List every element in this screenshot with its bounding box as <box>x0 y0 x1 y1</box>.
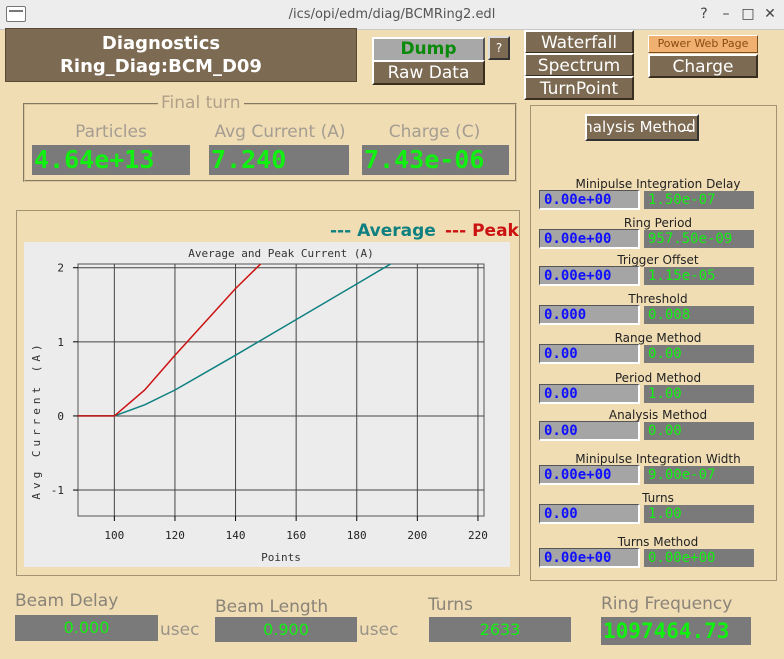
param-setpoint-input[interactable]: 0.00 <box>539 504 640 524</box>
param-label: Trigger Offset <box>617 253 699 267</box>
turns-label: Turns <box>428 595 473 615</box>
param-label: Turns <box>642 491 674 505</box>
beam-delay-readout: 0.000 <box>15 615 158 641</box>
help-icon[interactable]: ? <box>696 5 712 23</box>
window-titlebar: /ics/opi/edm/diag/BCMRing2.edl ? – □ ✕ <box>0 0 784 30</box>
dump-trace-button[interactable]: Dump Trace <box>372 37 485 80</box>
avg-current-readout: 7.240 <box>209 145 349 175</box>
param-readback: 0.008 <box>644 306 754 324</box>
param-readback: 9.00e-07 <box>644 466 754 484</box>
x-tick-label: 200 <box>407 529 427 542</box>
device-name: Ring_Diag:BCM_D09 <box>60 56 262 77</box>
charge-label: Charge (C) <box>388 122 481 142</box>
ring-frequency-readout: 1097464.73 <box>601 617 751 645</box>
param-setpoint-input[interactable]: 0.00 <box>539 421 640 441</box>
help-button[interactable]: ? <box>488 36 510 60</box>
x-tick-label: 160 <box>286 529 306 542</box>
param-readback: 957.50e-09 <box>644 230 754 248</box>
power-web-page-button[interactable]: Power Web Page <box>648 35 758 53</box>
param-label: Turns Method <box>617 535 699 549</box>
analysis-method-dropdown-label: Analysis Method <box>585 118 696 136</box>
charge-button[interactable]: Charge <box>648 54 758 78</box>
turnpoint-button[interactable]: TurnPoint <box>524 76 634 100</box>
x-tick-label: 180 <box>347 529 367 542</box>
beam-length-label: Beam Length <box>215 597 329 617</box>
analysis-method-dropdown[interactable]: Analysis Method <box>585 114 699 141</box>
param-label: Analysis Method <box>608 408 708 422</box>
x-axis-label: Points <box>261 551 301 564</box>
close-icon[interactable]: ✕ <box>762 5 778 23</box>
param-readback: 1.50e-07 <box>644 191 754 209</box>
param-setpoint-input[interactable]: 0.00e+00 <box>539 229 640 249</box>
avg-current-label: Avg Current (A) <box>214 122 346 142</box>
x-tick-label: 120 <box>165 529 185 542</box>
beam-delay-unit: usec <box>160 620 200 640</box>
particles-label: Particles <box>75 122 147 142</box>
y-tick-label: 2 <box>57 262 64 275</box>
particles-readout: 4.64e+13 <box>32 145 190 175</box>
param-setpoint-input[interactable]: 0.00e+00 <box>539 190 640 210</box>
beam-delay-label: Beam Delay <box>15 591 119 611</box>
header-panel: Diagnostics Ring_Diag:BCM_D09 <box>5 28 357 82</box>
param-label: Threshold <box>628 292 688 306</box>
x-tick-label: 220 <box>468 529 488 542</box>
maximize-icon[interactable]: □ <box>740 5 756 23</box>
param-readback: 1.00 <box>644 505 754 523</box>
param-readback: 0.00 <box>644 422 754 440</box>
plot-area <box>77 263 485 517</box>
x-tick-label: 140 <box>226 529 246 542</box>
param-label: Minipulse Integration Delay <box>575 177 741 191</box>
turns-readout: 2633 <box>429 617 571 642</box>
param-setpoint-input[interactable]: 0.00e+00 <box>539 548 640 568</box>
param-readback: 0.00e+00 <box>644 549 754 567</box>
current-chart: 100 120 140 160 180 200 220 2 1 0 -1 Average and Pe… <box>24 242 510 567</box>
minimize-icon[interactable]: – <box>718 5 734 23</box>
param-setpoint-input[interactable]: 0.00 <box>539 344 640 364</box>
y-tick-label: 0 <box>57 410 64 423</box>
y-tick-label: 1 <box>57 336 64 349</box>
chart-title: Average and Peak Current (A) <box>188 247 373 260</box>
raw-data-button[interactable]: Raw Data <box>372 60 485 85</box>
window-title: /ics/opi/edm/diag/BCMRing2.edl <box>288 7 496 22</box>
ring-frequency-label: Ring Frequency <box>601 594 733 614</box>
param-setpoint-input[interactable]: 0.00e+00 <box>539 465 640 485</box>
param-readback: 0.00 <box>644 345 754 363</box>
param-readback: 1.15e-05 <box>644 267 754 285</box>
beam-length-readout: 0.900 <box>215 617 357 642</box>
param-setpoint-input[interactable]: 0.000 <box>539 305 640 325</box>
param-readback: 1.00 <box>644 385 754 403</box>
param-label: Period Method <box>614 371 702 385</box>
beam-length-unit: usec <box>359 620 399 640</box>
dropdown-indicator-icon <box>682 119 694 131</box>
param-setpoint-input[interactable]: 0.00e+00 <box>539 266 640 286</box>
legend-entry-1: --- Peak <box>445 221 519 241</box>
final-turn-legend: Final turn <box>158 93 244 113</box>
waterfall-button[interactable]: Waterfall <box>524 30 634 54</box>
header-title: Diagnostics <box>101 33 221 54</box>
param-setpoint-input[interactable]: 0.00 <box>539 384 640 404</box>
spectrum-button[interactable]: Spectrum <box>524 53 634 77</box>
y-axis-label: Avg Current (A) <box>30 340 43 499</box>
param-label: Range Method <box>614 331 702 345</box>
param-label: Minipulse Integration Width <box>575 452 741 466</box>
legend-entry-0: --- Average <box>330 221 436 241</box>
charge-readout: 7.43e-06 <box>362 145 509 175</box>
param-label: Ring Period <box>623 216 693 230</box>
y-tick-label: -1 <box>51 484 64 497</box>
x-tick-label: 100 <box>104 529 124 542</box>
